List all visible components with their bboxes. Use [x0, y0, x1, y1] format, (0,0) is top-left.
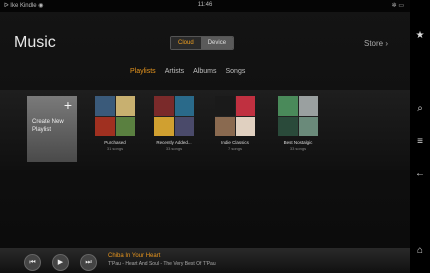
create-playlist-label: Create New Playlist [32, 119, 64, 133]
previous-button[interactable]: ⏮ [24, 254, 41, 271]
back-icon[interactable]: ← [413, 168, 427, 179]
page-title: Music [14, 34, 56, 51]
playlist-name: Indie Classics [221, 140, 249, 145]
source-toggle: Cloud Device [170, 36, 235, 50]
store-link[interactable]: Store › [364, 39, 388, 48]
device-button[interactable]: Device [200, 37, 234, 49]
search-icon[interactable]: ⌕ [413, 103, 427, 114]
next-button[interactable]: ⏭ [80, 254, 97, 271]
song-title: Chiba In Your Heart [108, 253, 161, 259]
category-tabs: Playlists Artists Albums Songs [130, 68, 245, 75]
playlist-song-count: 7 songs [227, 146, 242, 151]
tab-playlists[interactable]: Playlists [130, 68, 156, 75]
playlist-song-count: 31 songs [106, 146, 124, 151]
playlist-song-count: 33 songs [289, 146, 307, 151]
favorites-icon[interactable]: ★ [413, 30, 427, 41]
cloud-button[interactable]: Cloud [171, 37, 201, 49]
create-playlist-button[interactable]: + Create New Playlist [27, 96, 77, 162]
system-sidebar: ★ ⌕ ≡ ← ⌂ [410, 0, 430, 273]
tab-songs[interactable]: Songs [225, 68, 245, 75]
status-icons: ✲ ▭ [391, 3, 404, 9]
playlist-tile[interactable]: Recently Added... 33 songs [153, 96, 195, 151]
song-artist: T'Pau - Heart And Soul - The Very Best O… [108, 261, 216, 267]
plus-icon: + [63, 97, 72, 113]
playlist-name: Best Nostalgic [283, 140, 313, 145]
now-playing-bar: ⏮ ▶ ⏭ Chiba In Your Heart T'Pau - Heart … [0, 248, 410, 273]
playlist-tile[interactable]: Best Nostalgic 33 songs [277, 96, 319, 151]
playlist-name: Purchased [104, 140, 126, 145]
tab-artists[interactable]: Artists [165, 68, 184, 75]
music-app-screen: ᐅ Ike Kindle ◉ 11:46 ✲ ▭ Music Cloud Dev… [0, 0, 410, 273]
playlist-artwork [215, 96, 255, 136]
playlist-artwork [95, 96, 135, 136]
playlist-name: Recently Added... [156, 140, 192, 145]
play-button[interactable]: ▶ [52, 254, 69, 271]
playlist-tile[interactable]: Indie Classics 7 songs [214, 96, 256, 151]
home-icon[interactable]: ⌂ [413, 245, 427, 256]
menu-icon[interactable]: ≡ [413, 136, 427, 147]
device-name: ᐅ Ike Kindle ◉ [4, 3, 44, 9]
playlist-song-count: 33 songs [165, 146, 183, 151]
status-bar: ᐅ Ike Kindle ◉ 11:46 ✲ ▭ [0, 0, 410, 12]
playlist-artwork [278, 96, 318, 136]
clock: 11:46 [197, 2, 213, 8]
playlist-artwork [154, 96, 194, 136]
tab-albums[interactable]: Albums [193, 68, 216, 75]
playlist-tile[interactable]: Purchased 31 songs [94, 96, 136, 151]
